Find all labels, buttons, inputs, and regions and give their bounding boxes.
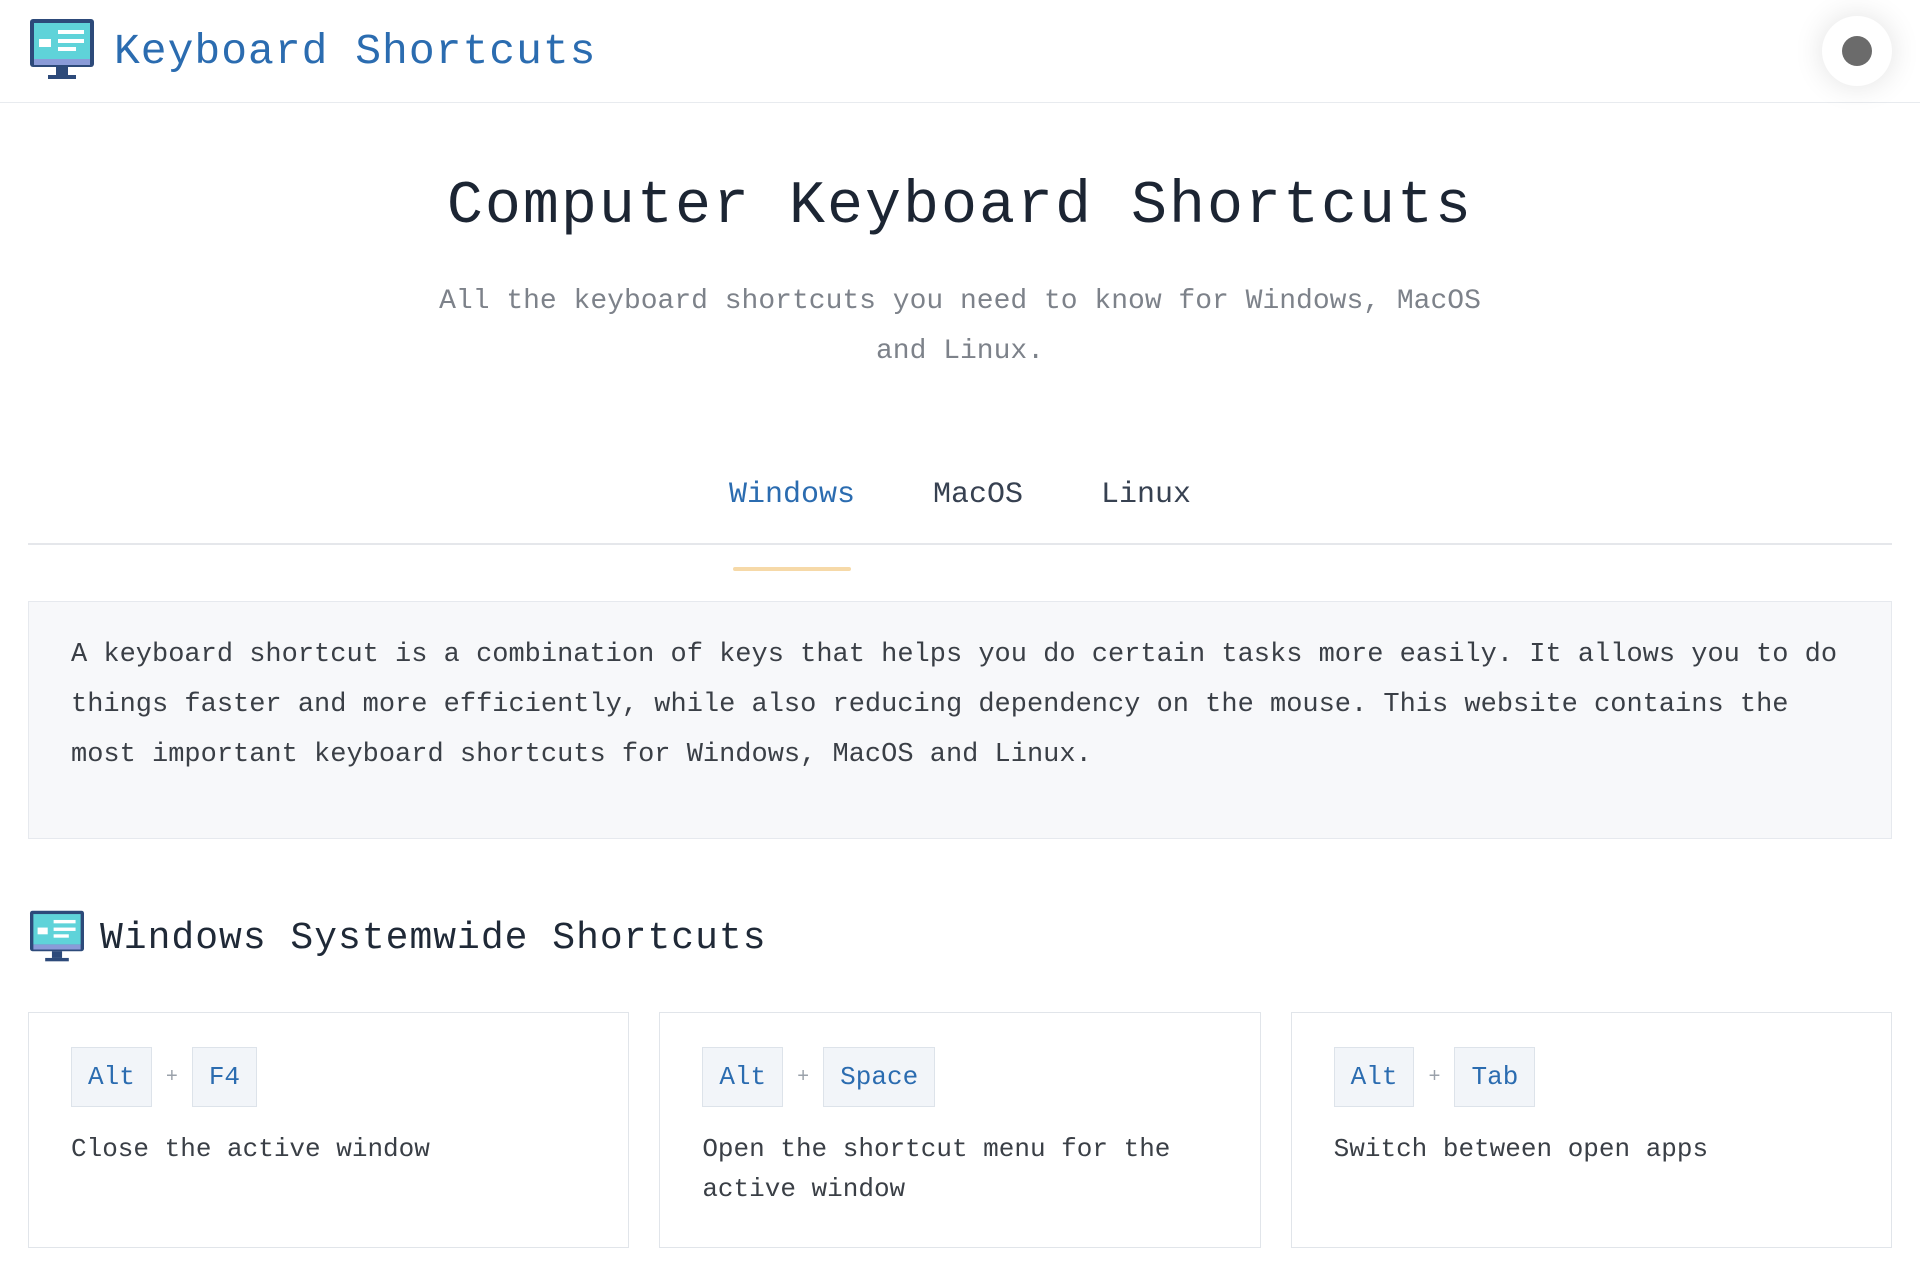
key-cap: Tab xyxy=(1454,1047,1536,1107)
shortcut-card: Alt + Tab Switch between open apps xyxy=(1290,1012,1892,1248)
shortcut-description: Switch between open apps xyxy=(1333,1134,1709,1164)
key-combo: Alt + Tab xyxy=(1333,1047,1849,1107)
tab-linux[interactable]: Linux xyxy=(1097,475,1195,543)
site-header: Keyboard Shortcuts xyxy=(0,0,1920,103)
plus-separator: + xyxy=(797,1065,810,1089)
tab-windows[interactable]: Windows xyxy=(725,475,859,571)
page-subtitle: All the keyboard shortcuts you need to k… xyxy=(439,286,1481,367)
key-combo: Alt + Space xyxy=(702,1047,1217,1107)
brand-title[interactable]: Keyboard Shortcuts xyxy=(114,27,596,76)
hero: Computer Keyboard Shortcuts All the keyb… xyxy=(0,171,1920,377)
plus-separator: + xyxy=(165,1065,178,1089)
shortcut-description: Close the active window xyxy=(71,1134,430,1164)
os-tabs: Windows MacOS Linux xyxy=(28,475,1892,571)
monitor-icon xyxy=(28,17,96,86)
key-combo: Alt + F4 xyxy=(71,1047,586,1107)
intro-box: A keyboard shortcut is a combination of … xyxy=(28,601,1892,839)
plus-separator: + xyxy=(1428,1065,1441,1089)
tab-macos[interactable]: MacOS xyxy=(929,475,1027,543)
key-cap: F4 xyxy=(191,1047,258,1107)
key-cap: Alt xyxy=(1333,1047,1415,1107)
key-cap: Alt xyxy=(702,1047,784,1107)
shortcut-card: Alt + F4 Close the active window xyxy=(28,1012,630,1248)
brand-link[interactable]: Keyboard Shortcuts xyxy=(28,17,596,86)
shortcut-card: Alt + Space Open the shortcut menu for t… xyxy=(659,1012,1261,1248)
section-heading: Windows Systemwide Shortcuts xyxy=(28,909,1892,968)
theme-toggle-button[interactable] xyxy=(1822,16,1892,86)
key-cap: Space xyxy=(823,1047,936,1107)
shortcut-description: Open the shortcut menu for the active wi… xyxy=(702,1134,1171,1204)
page-title: Computer Keyboard Shortcuts xyxy=(446,173,1474,241)
section-title: Windows Systemwide Shortcuts xyxy=(100,917,767,960)
circle-toggle-icon xyxy=(1842,36,1872,66)
monitor-icon xyxy=(28,909,86,968)
key-cap: Alt xyxy=(71,1047,152,1107)
shortcut-cards: Alt + F4 Close the active window Alt + S… xyxy=(28,1012,1892,1248)
